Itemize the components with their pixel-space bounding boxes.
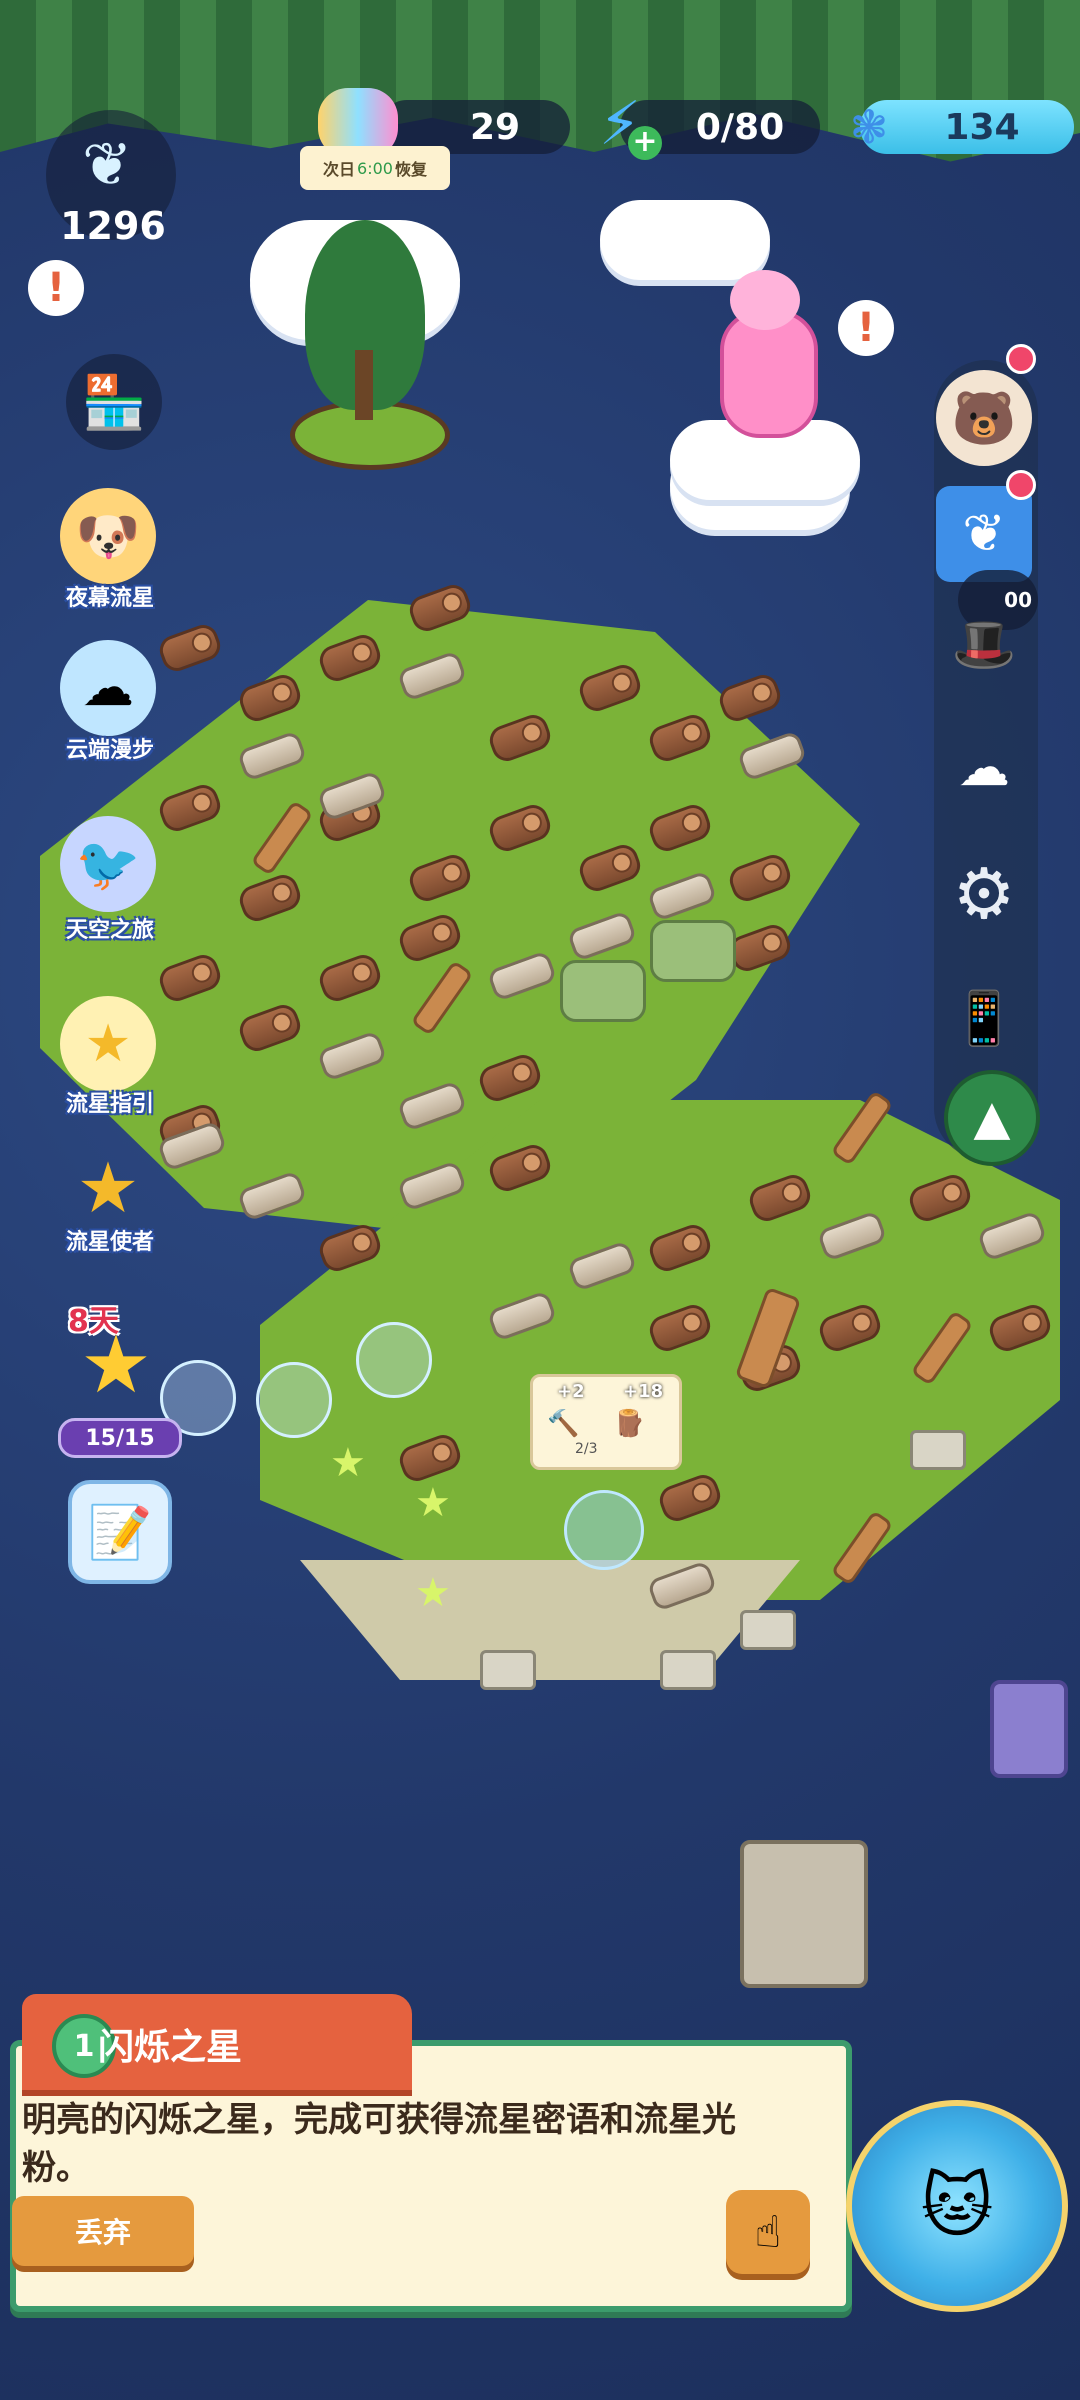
cloud-sign-icon: ☁: [958, 738, 1010, 798]
fountain-button[interactable]: 🐱: [846, 2100, 1068, 2312]
mallet-item[interactable]: [650, 920, 736, 982]
stone-chest-item[interactable]: [480, 1650, 536, 1690]
hat-icon: 🎩: [951, 614, 1017, 675]
restore-prefix: 次日: [323, 160, 356, 179]
cat-fountain-icon: 🐱: [920, 2165, 994, 2247]
glow-star-icon[interactable]: ★: [415, 1570, 451, 1616]
pink-machine-island[interactable]: [670, 270, 870, 500]
restore-time: 6:00: [357, 158, 393, 178]
dog-cloud-icon: 🐶: [75, 506, 141, 567]
wing-gem-icon: ❃: [849, 100, 889, 154]
tree-island[interactable]: [260, 200, 460, 470]
feather-icon: ❦: [82, 130, 133, 200]
bear-icon: 🐻: [951, 388, 1017, 449]
stone-chest-item[interactable]: [740, 1610, 796, 1650]
quest-description: 明亮的闪烁之星，完成可获得流星密语和流星光粉。: [22, 2100, 736, 2188]
event-night-meteor-button[interactable]: 🐶: [60, 488, 156, 584]
energy-count: 29: [469, 106, 521, 148]
cloud-decoration: [600, 200, 770, 280]
stone-gate[interactable]: [740, 1840, 868, 1988]
star-event-button[interactable]: ★: [68, 1316, 164, 1412]
event-sky-trip-button[interactable]: 🐦: [60, 816, 156, 912]
gear-icon: ⚙: [952, 853, 1016, 935]
collapse-menu-button[interactable]: ▲: [944, 1070, 1040, 1166]
feather-count: 1296: [60, 204, 166, 248]
event-label: 天空之旅: [65, 918, 154, 943]
notification-dot: [1006, 344, 1036, 374]
gem-count: 134: [944, 106, 1020, 148]
book-icon: ❦: [962, 504, 1006, 564]
stone-chest-item[interactable]: [660, 1650, 716, 1690]
event-label: 流星指引: [65, 1092, 154, 1117]
merge-info-card[interactable]: +2 +18 🔨 🪵 2/3: [530, 1374, 682, 1470]
selected-star-item[interactable]: [564, 1490, 644, 1570]
collection-book-button[interactable]: ❦: [936, 486, 1032, 582]
cloud-board-button[interactable]: ☁: [936, 720, 1032, 816]
log-icon: 🪵: [613, 1409, 646, 1439]
event-label: 夜幕流星: [65, 586, 154, 611]
hat-shoe-button[interactable]: 🎩: [936, 596, 1032, 692]
event-meteor-guide-button[interactable]: ★: [60, 996, 156, 1092]
notification-dot: [1006, 470, 1036, 500]
shooting-star-icon: ★: [84, 1014, 132, 1074]
add-lightning-icon[interactable]: +: [628, 126, 662, 160]
energy-restore-note: 次日 6:00 恢复: [300, 146, 450, 190]
remote-icon: 📱: [951, 988, 1017, 1049]
merge-reward-b: +18: [623, 1381, 664, 1402]
alert-bubble-icon[interactable]: !: [28, 260, 84, 316]
notebook-pencil-icon: 📝: [87, 1502, 153, 1563]
smiling-star-icon: ★: [80, 1317, 152, 1411]
event-label: 云端漫步: [65, 738, 154, 763]
event-meteor-messenger-button[interactable]: ★: [60, 1140, 156, 1236]
bear-mail-button[interactable]: 🐻: [936, 370, 1032, 466]
shop-icon: 🏪: [81, 372, 147, 433]
glow-star-icon[interactable]: ★: [415, 1480, 451, 1526]
quest-title: 闪烁之星: [98, 2027, 243, 2068]
go-to-quest-button[interactable]: ☝: [726, 2190, 810, 2274]
remote-gadget-button[interactable]: 📱: [936, 970, 1032, 1066]
discard-button[interactable]: 丢弃: [12, 2196, 194, 2266]
cloud-creature-icon: ☁: [82, 658, 134, 718]
pointing-hand-icon: ☝: [754, 2206, 782, 2258]
merge-reward-a: +2: [557, 1381, 585, 1402]
bubble-item[interactable]: [356, 1322, 432, 1398]
restore-suffix: 恢复: [394, 160, 427, 179]
lightning-count: 0/80: [695, 106, 785, 148]
event-label: 流星使者: [65, 1230, 154, 1255]
stone-chest-item[interactable]: [910, 1430, 966, 1470]
event-progress: 15/15: [58, 1418, 182, 1458]
settings-button[interactable]: ⚙: [936, 846, 1032, 942]
shop-button[interactable]: 🏪: [66, 354, 162, 450]
merge-count: 2/3: [575, 1441, 598, 1457]
mallet-item[interactable]: [560, 960, 646, 1022]
task-notebook-button[interactable]: 📝: [68, 1480, 172, 1584]
bubble-item[interactable]: [256, 1362, 332, 1438]
event-cloud-walk-button[interactable]: ☁: [60, 640, 156, 736]
paint-bucket-item[interactable]: [990, 1680, 1068, 1778]
triangle-up-icon: ▲: [973, 1090, 1011, 1146]
bird-icon: 🐦: [75, 834, 141, 895]
glow-star-icon[interactable]: ★: [330, 1440, 366, 1486]
alert-bubble-icon[interactable]: !: [838, 300, 894, 356]
star-messenger-icon: ★: [76, 1147, 140, 1229]
hammer-icon: 🔨: [547, 1409, 580, 1439]
